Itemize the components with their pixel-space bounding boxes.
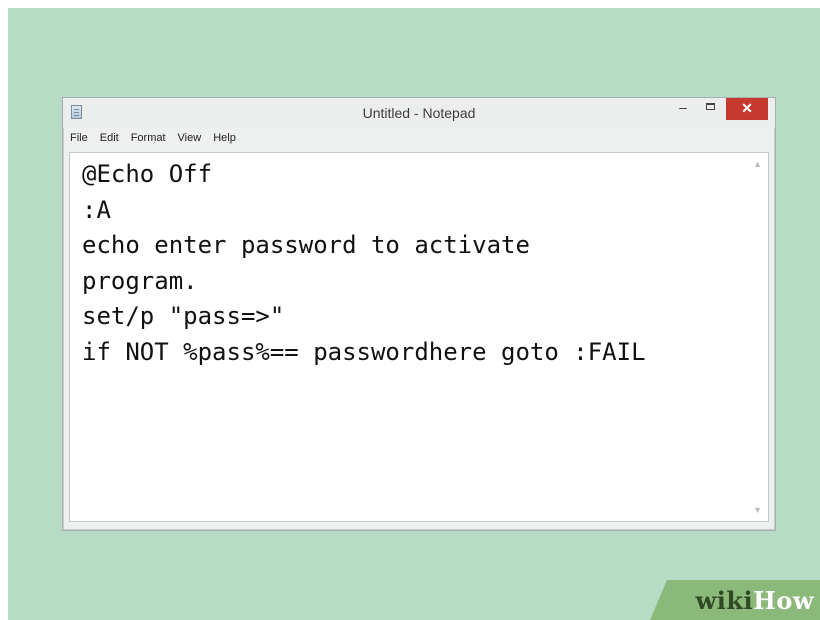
title-bar[interactable]: Untitled - Notepad – ✕ [63,98,775,128]
close-icon: ✕ [741,100,753,116]
notepad-window: Untitled - Notepad – ✕ File Edit Format … [62,97,776,531]
menu-edit[interactable]: Edit [99,132,120,150]
menu-view[interactable]: View [177,132,203,150]
text-editor[interactable]: @Echo Off :A echo enter password to activa… [69,152,769,522]
window-title: Untitled - Notepad [362,105,476,121]
editor-line: echo enter password to activate [82,231,530,259]
editor-text-area[interactable]: @Echo Off :A echo enter password to activa… [82,157,742,519]
editor-line: :A [82,195,111,224]
close-button[interactable]: ✕ [726,98,768,120]
wikihow-logo: wikiHow [696,586,814,615]
maximize-icon [706,103,715,110]
editor-line: program. [82,266,198,295]
wikihow-watermark: wikiHow [650,580,820,620]
scroll-down-arrow-icon[interactable]: ▼ [753,505,762,515]
editor-line: @Echo Off [82,160,213,188]
menu-file[interactable]: File [69,132,89,150]
maximize-button[interactable] [698,98,724,118]
menu-help[interactable]: Help [212,132,237,150]
minimize-icon: – [679,99,687,115]
menu-bar: File Edit Format View Help [69,132,237,150]
scroll-up-arrow-icon[interactable]: ▲ [753,159,762,169]
menu-format[interactable]: Format [130,132,167,150]
editor-line: set/p "pass=>" [82,302,285,330]
wikihow-logo-wiki: wiki [695,586,754,615]
wikihow-logo-how: How [753,586,814,615]
minimize-button[interactable]: – [670,98,696,118]
editor-line: if NOT %pass%== passwordhere goto :FAIL [82,337,646,366]
